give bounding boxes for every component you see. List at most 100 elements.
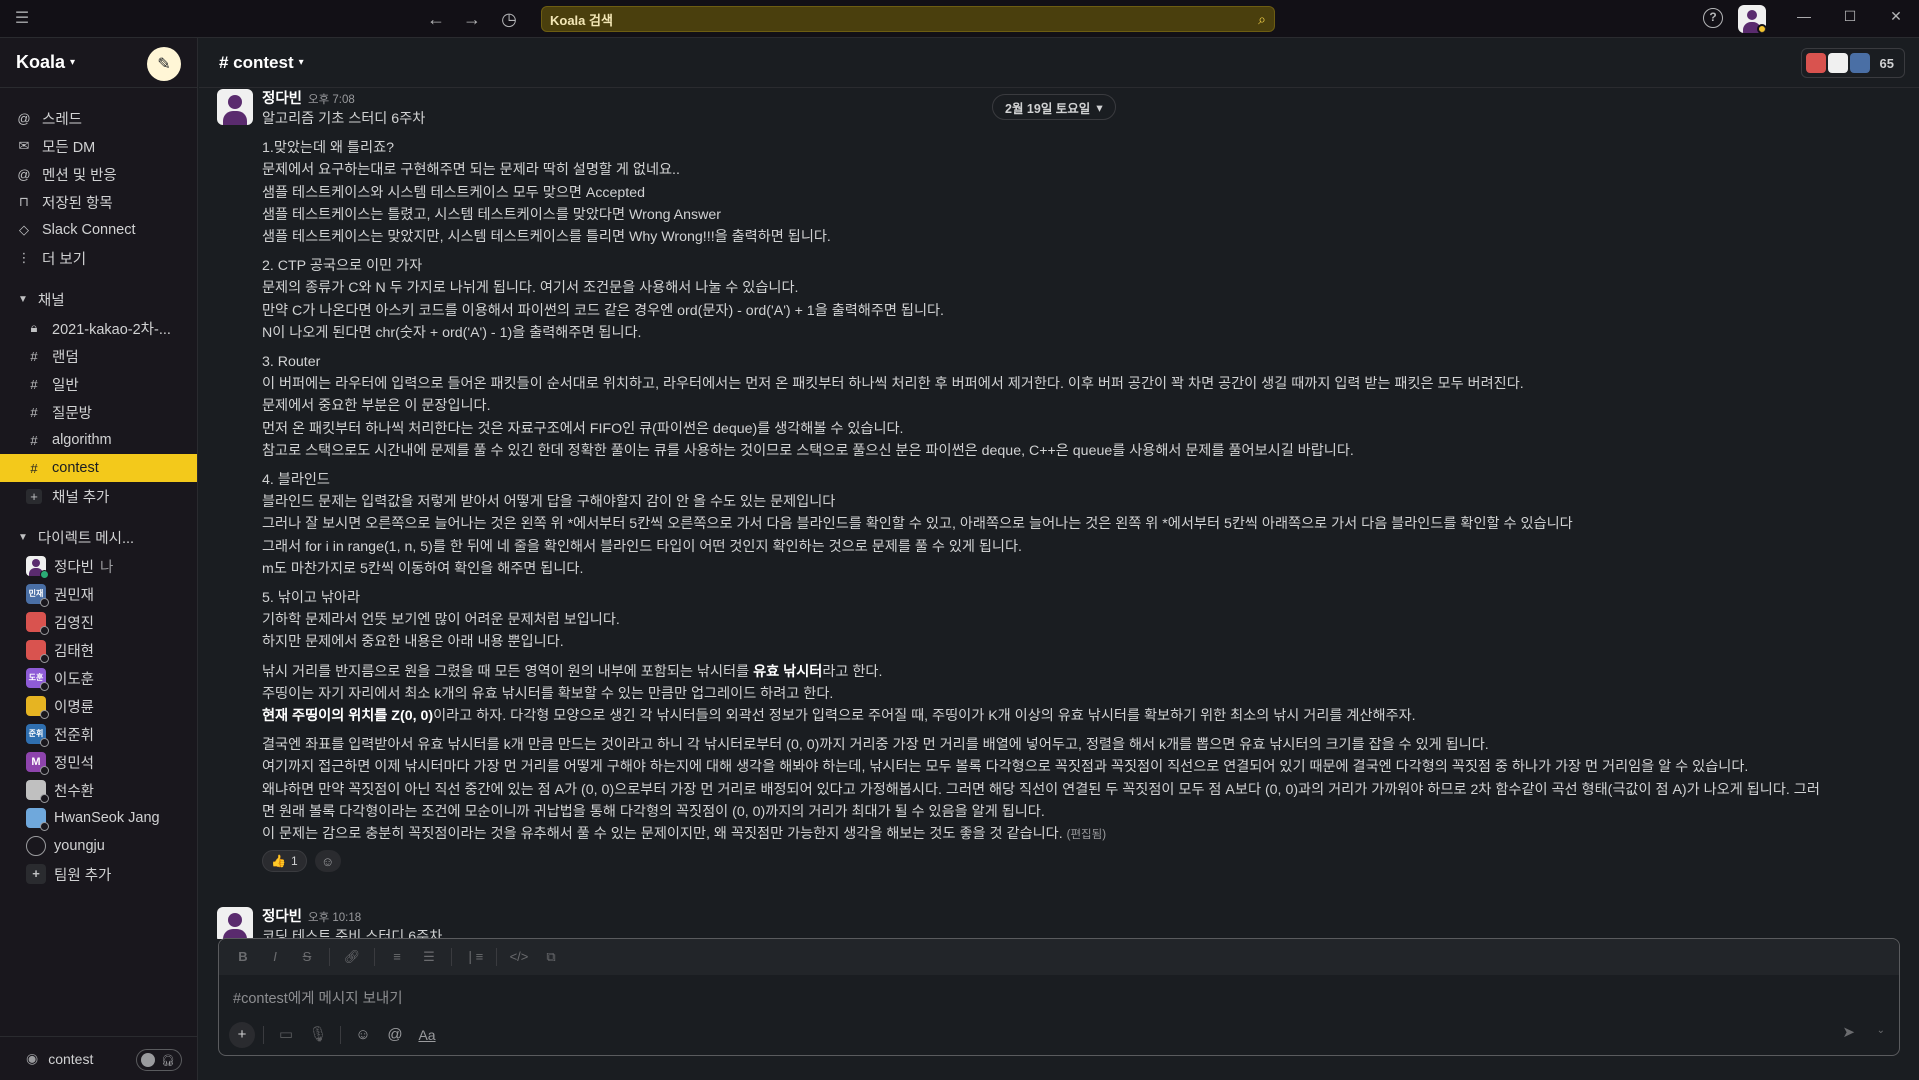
sidebar: Koala ▾ ✎ @ 스레드 ✉ 모든 DM @ 멘션 및 반응 ⊓ 저장된 항목 ◇… bbox=[0, 38, 198, 1080]
message-content: 정다빈 오후 7:08 알고리즘 기초 스터디 6주차 1.맞았는데 왜 틀리죠? 문… bbox=[262, 89, 1902, 873]
nav-slack-connect[interactable]: ◇ Slack Connect bbox=[0, 216, 197, 244]
dm-item[interactable]: M 정민석 bbox=[0, 748, 197, 776]
compose-icon[interactable]: ✎ bbox=[147, 47, 181, 81]
channel-item-contest[interactable]: # contest bbox=[0, 454, 197, 482]
dm-item[interactable]: 김태현 bbox=[0, 636, 197, 664]
nav-more[interactable]: ⋮ 더 보기 bbox=[0, 244, 197, 272]
dm-item[interactable]: 도훈 이도훈 bbox=[0, 664, 197, 692]
close-icon[interactable]: ✕ bbox=[1886, 8, 1906, 25]
dm-item[interactable]: 천수환 bbox=[0, 776, 197, 804]
lock-icon: 🔒︎ bbox=[30, 320, 38, 335]
dm-item[interactable]: HwanSeok Jang bbox=[0, 804, 197, 832]
message-author[interactable]: 정다빈 bbox=[262, 91, 302, 107]
message-input[interactable]: #contest에게 메시지 보내기 bbox=[233, 987, 403, 1008]
mention-icon[interactable]: @ bbox=[381, 1022, 409, 1048]
message-time[interactable]: 오후 7:08 bbox=[308, 94, 355, 106]
forward-arrow-icon[interactable]: → bbox=[461, 8, 483, 30]
search-input[interactable]: Koala 검색 ⌕ bbox=[541, 6, 1275, 32]
microphone-icon[interactable]: 🎙︎ bbox=[304, 1022, 332, 1048]
ordered-list-icon[interactable]: ≡ bbox=[383, 944, 411, 970]
member-avatar bbox=[1849, 53, 1870, 73]
strikethrough-icon[interactable]: S bbox=[293, 944, 321, 970]
dm-item[interactable]: 정다빈 나 bbox=[0, 552, 197, 580]
huddle-icon: ◉ bbox=[26, 1050, 39, 1066]
message-line: 그러나 잘 보시면 오른쪽으로 늘어나는 것은 왼쪽 위 *에서부터 5칸씩 오… bbox=[262, 513, 1902, 535]
dm-label: 김태현 bbox=[54, 643, 95, 660]
nav-threads[interactable]: @ 스레드 bbox=[0, 104, 197, 132]
italic-icon[interactable]: I bbox=[261, 944, 289, 970]
dm-item[interactable]: 이명륜 bbox=[0, 692, 197, 720]
add-teammate-button[interactable]: + 팀원 추가 bbox=[0, 860, 197, 888]
maximize-icon[interactable]: ☐ bbox=[1840, 8, 1860, 25]
message-list[interactable]: 2월 19일 토요일 ▾ 정다빈 오후 7:08 알고리즘 기초 스터디 6주차 1.… bbox=[199, 89, 1919, 939]
add-channel-button[interactable]: + 채널 추가 bbox=[0, 482, 197, 510]
workspace-header[interactable]: Koala ▾ ✎ bbox=[0, 38, 197, 88]
channel-item[interactable]: # 일반 bbox=[0, 370, 197, 398]
chevron-down-icon[interactable]: ⌄ bbox=[1877, 1025, 1885, 1036]
huddle-channel-label: contest bbox=[48, 1050, 94, 1067]
search-placeholder: Koala 검색 bbox=[550, 12, 613, 28]
avatar[interactable] bbox=[217, 907, 253, 939]
nav-label: 저장된 항목 bbox=[42, 195, 113, 212]
nav-saved[interactable]: ⊓ 저장된 항목 bbox=[0, 188, 197, 216]
avatar[interactable] bbox=[217, 89, 253, 125]
huddle-toggle[interactable]: 🎧︎ bbox=[136, 1049, 182, 1071]
message-line: 4. 블라인드 bbox=[262, 469, 1902, 491]
dm-label: 김영진 bbox=[54, 615, 95, 632]
message-text: 하지만 문제에서 중요한 내용은 아래 내용 뿐입니다. bbox=[262, 634, 564, 651]
bold-icon[interactable]: B bbox=[229, 944, 257, 970]
channel-item[interactable]: 🔒︎ 2021-kakao-2차-... bbox=[0, 314, 197, 342]
avatar bbox=[26, 556, 49, 579]
text-format-icon[interactable]: Aa bbox=[413, 1022, 441, 1048]
send-icon[interactable]: ➤ bbox=[1842, 1023, 1855, 1041]
dm-label: youngju bbox=[54, 838, 105, 854]
dm-item[interactable]: youngju bbox=[0, 832, 197, 860]
message-line: 이 문제는 감으로 충분히 꼭짓점이라는 것을 유추해서 풀 수 있는 문제이지… bbox=[262, 823, 1902, 846]
channel-title[interactable]: # contest bbox=[219, 53, 294, 73]
channels-section-toggle[interactable]: ▼ 채널 bbox=[0, 284, 197, 314]
blockquote-icon[interactable]: ❘≡ bbox=[460, 944, 488, 970]
avatar-text: 민재 bbox=[28, 589, 44, 598]
dm-item[interactable]: 민재 권민재 bbox=[0, 580, 197, 608]
video-icon[interactable]: ▭ bbox=[272, 1022, 300, 1048]
thumbs-up-icon: 👍 bbox=[271, 854, 286, 869]
nav-all-dms[interactable]: ✉ 모든 DM bbox=[0, 132, 197, 160]
emoji-icon[interactable]: ☺ bbox=[349, 1022, 377, 1048]
back-arrow-icon[interactable]: ← bbox=[425, 8, 447, 30]
message-text: m도 마찬가지로 5칸씩 이동하여 확인을 해주면 됩니다. bbox=[262, 560, 584, 577]
history-icon[interactable]: ◷ bbox=[498, 8, 520, 30]
message-time[interactable]: 오후 10:18 bbox=[308, 912, 361, 924]
channel-item[interactable]: # 랜덤 bbox=[0, 342, 197, 370]
bold-text: 유효 낚시터 bbox=[753, 663, 823, 680]
bulleted-list-icon[interactable]: ☰ bbox=[415, 944, 443, 970]
plus-icon: + bbox=[26, 864, 46, 884]
message-text: 알고리즘 기초 스터디 6주차 bbox=[262, 111, 426, 127]
message-author[interactable]: 정다빈 bbox=[262, 909, 302, 925]
link-icon[interactable]: 🔗︎ bbox=[338, 944, 366, 970]
help-icon[interactable]: ? bbox=[1703, 8, 1723, 28]
add-reaction-icon[interactable]: ☺ bbox=[314, 850, 341, 873]
composer-actions: + ▭ 🎙︎ ☺ @ Aa ➤ ⌄ bbox=[229, 1021, 1889, 1049]
message-text: 샘플 테스트케이스와 시스템 테스트케이스 모두 맞으면 Accepted bbox=[262, 184, 646, 201]
avatar-text: M bbox=[31, 756, 41, 768]
dm-section-toggle[interactable]: ▼ 다이렉트 메시... bbox=[0, 522, 197, 552]
code-icon[interactable]: </> bbox=[505, 944, 533, 970]
message-text: 참고로 스택으로도 시간내에 문제를 풀 수 있긴 한데 정확한 풀이는 큐를 … bbox=[262, 442, 1354, 459]
channel-item[interactable]: # 질문방 bbox=[0, 398, 197, 426]
minimize-icon[interactable]: — bbox=[1794, 8, 1814, 24]
channel-item[interactable]: # algorithm bbox=[0, 426, 197, 454]
avatar bbox=[26, 640, 49, 663]
dm-item[interactable]: 준휘 전준휘 bbox=[0, 720, 197, 748]
members-button[interactable]: 65 bbox=[1800, 48, 1905, 78]
thumbs-up-reaction[interactable]: 👍 1 bbox=[262, 850, 307, 873]
code-block-icon[interactable]: ⧉ bbox=[537, 944, 565, 970]
hamburger-menu-icon[interactable]: ☰ bbox=[12, 9, 32, 29]
channel-label: contest bbox=[52, 460, 99, 476]
dm-item[interactable]: 김영진 bbox=[0, 608, 197, 636]
user-avatar[interactable] bbox=[1738, 5, 1766, 33]
message-line: 블라인드 문제는 입력값을 저렇게 받아서 어떻게 답을 구해야할지 감이 안 … bbox=[262, 491, 1902, 513]
caret-down-icon: ▼ bbox=[18, 531, 28, 543]
channel-label: 랜덤 bbox=[52, 349, 79, 366]
nav-mentions[interactable]: @ 멘션 및 반응 bbox=[0, 160, 197, 188]
plus-icon[interactable]: + bbox=[229, 1022, 255, 1048]
